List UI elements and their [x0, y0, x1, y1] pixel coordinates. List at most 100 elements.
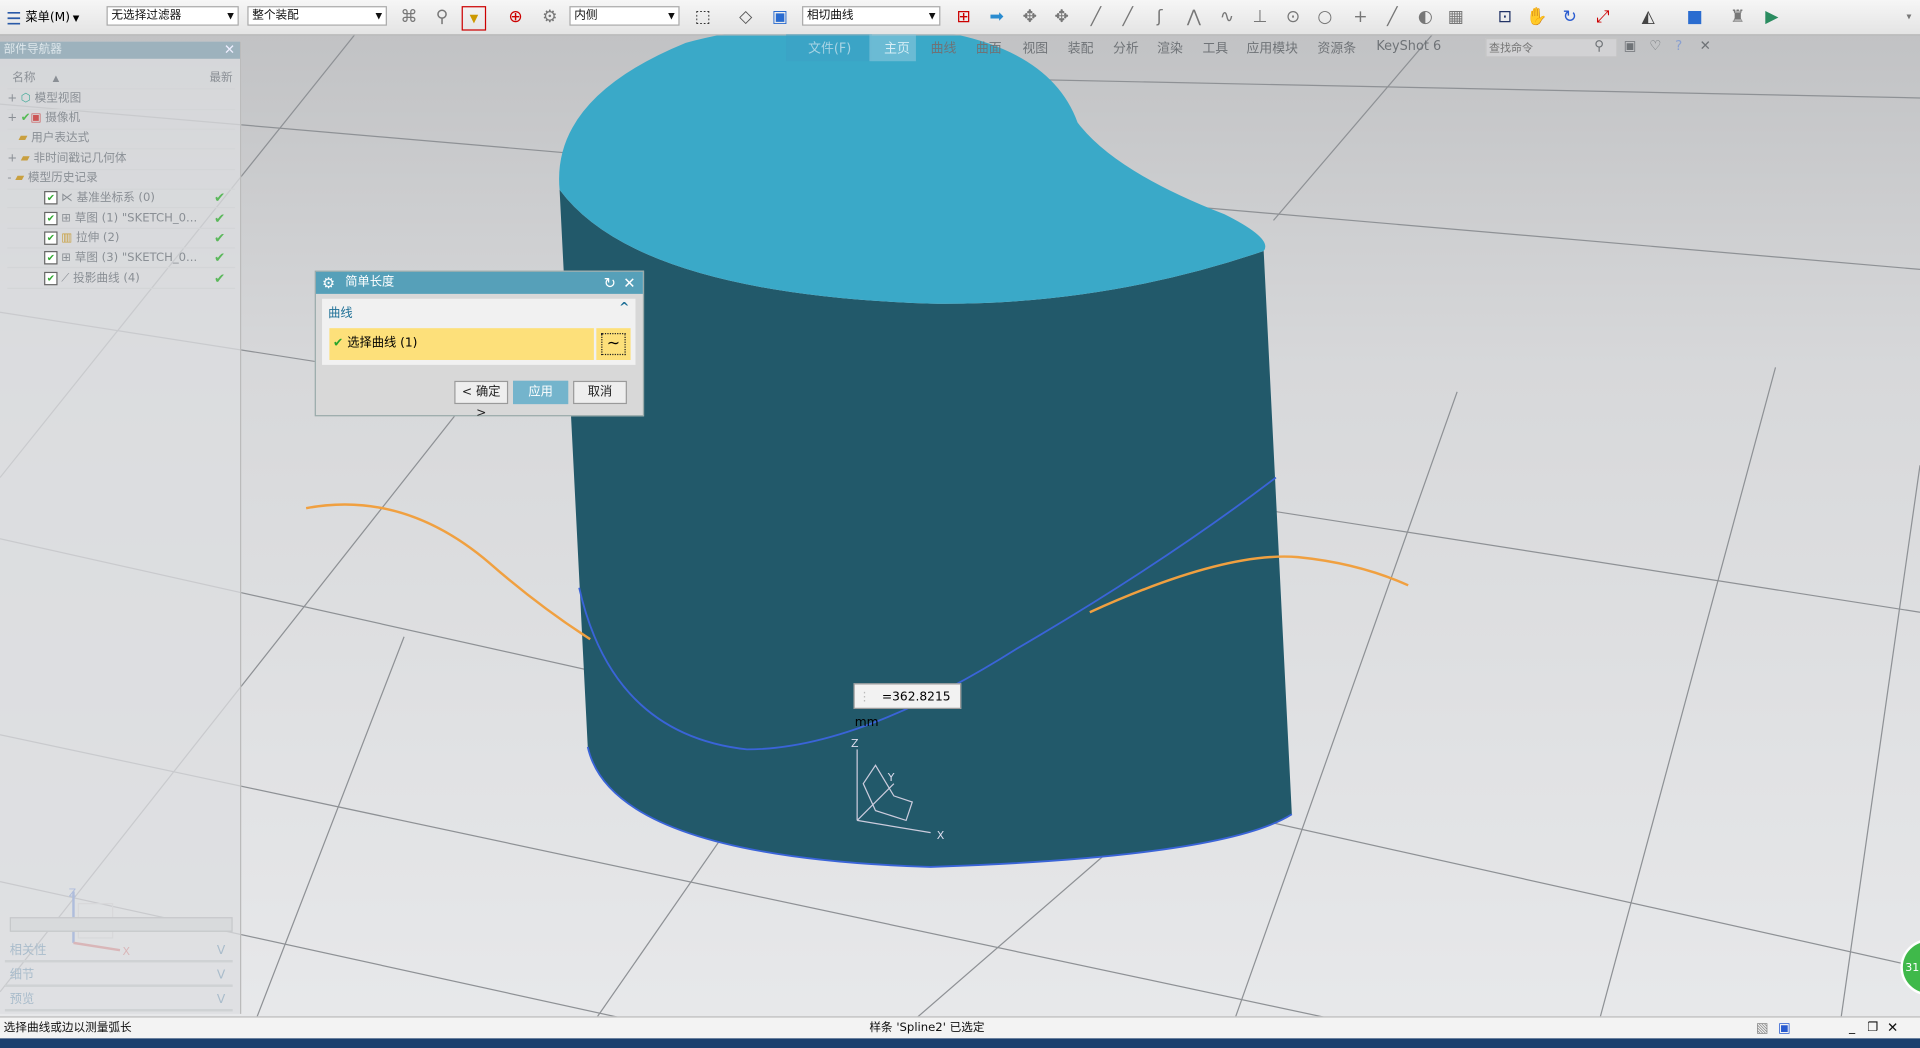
target-icon[interactable]: ⊕: [504, 6, 526, 28]
selection-scope-dropdown[interactable]: 整个装配 ▼: [247, 6, 387, 26]
fit-icon[interactable]: ⤢: [1592, 6, 1614, 28]
feature-select-icon[interactable]: ⚙: [539, 6, 561, 28]
tree-item-timeless-geometry[interactable]: + ▰ 非时间戳记几何体: [7, 149, 236, 171]
measurement-label[interactable]: ⋮ =362.8215 mm: [853, 683, 962, 730]
reset-icon[interactable]: ↻: [604, 272, 616, 294]
minimize-icon[interactable]: _: [1849, 1018, 1855, 1040]
mesh-icon[interactable]: ▦: [1445, 6, 1467, 28]
tab-surface[interactable]: 曲面: [976, 39, 1002, 57]
tree-item-sketch-3[interactable]: ✔ ⊞ 草图 (3) "SKETCH_0... ✔: [7, 249, 236, 269]
tab-analysis[interactable]: 分析: [1113, 39, 1139, 57]
play-icon[interactable]: ▶: [1761, 6, 1783, 28]
tree-item-user-expressions[interactable]: ▰ 用户表达式: [7, 129, 236, 150]
close-icon[interactable]: ✕: [1700, 38, 1711, 54]
restore-icon[interactable]: ❐: [1867, 1018, 1878, 1040]
sort-up-icon: ▲: [52, 73, 60, 84]
tab-curve[interactable]: 曲线: [931, 39, 957, 57]
tab-home[interactable]: 主页: [884, 39, 910, 57]
cancel-button[interactable]: 取消: [573, 380, 627, 405]
filter-icon[interactable]: ⚲: [431, 6, 453, 28]
curve-selector-button[interactable]: ∼: [596, 328, 631, 361]
chevron-down-icon[interactable]: ♡: [1649, 38, 1661, 54]
tree-item-datum-csys[interactable]: ✔ ⋉ 基准坐标系 (0) ✔: [7, 189, 236, 209]
circle-center-icon[interactable]: ⊙: [1282, 6, 1304, 28]
line-icon[interactable]: ╱: [1085, 6, 1107, 28]
gear-icon: ⚙: [322, 274, 336, 292]
arrow-right-icon[interactable]: ➡: [986, 6, 1008, 28]
zoom-window-icon[interactable]: ⊡: [1494, 6, 1516, 28]
checkbox[interactable]: ✔: [44, 271, 58, 286]
tab-render[interactable]: 渲染: [1157, 39, 1183, 57]
apply-button[interactable]: 应用: [513, 380, 569, 405]
tab-tools[interactable]: 工具: [1202, 39, 1228, 57]
navigator-hscrollbar[interactable]: [9, 917, 233, 932]
point-set-icon[interactable]: ✥: [1051, 6, 1073, 28]
graphics-viewport[interactable]: Z Y X Z X 31: [0, 0, 1920, 1048]
selection-icon[interactable]: ▧: [1756, 1018, 1769, 1040]
arc-icon[interactable]: ʃ: [1149, 6, 1171, 28]
tree-item-cameras[interactable]: + ✔▣ 摄像机: [7, 109, 236, 130]
render-style-icon[interactable]: ◭: [1637, 6, 1659, 28]
tree-item-sketch-1[interactable]: ✔ ⊞ 草图 (1) "SKETCH_0... ✔: [7, 209, 236, 229]
polyline-icon[interactable]: ⋀: [1183, 6, 1205, 28]
menu-button[interactable]: ☰ 菜单(M) ▼: [6, 6, 79, 30]
spline-icon[interactable]: ∿: [1216, 6, 1238, 28]
search-icon[interactable]: ⚲: [1594, 38, 1604, 54]
selection-filter-dropdown[interactable]: 无选择过滤器 ▼: [106, 6, 239, 26]
close-icon[interactable]: ✕: [623, 272, 635, 294]
eraser-icon[interactable]: ◇: [735, 6, 757, 28]
surface-icon[interactable]: ◐: [1414, 6, 1436, 28]
ribbon-display-icon[interactable]: ▣: [1624, 38, 1637, 54]
perpendicular-icon[interactable]: ⊥: [1249, 6, 1271, 28]
curve-side-dropdown[interactable]: 内侧 ▼: [569, 6, 680, 26]
checkbox[interactable]: ✔: [44, 231, 58, 245]
checkbox[interactable]: ✔: [44, 191, 58, 205]
ok-button[interactable]: < 确定 >: [454, 380, 509, 420]
close-icon[interactable]: ✕: [1887, 1018, 1898, 1040]
select-curve-row[interactable]: ✔ 选择曲线 (1): [329, 328, 594, 361]
close-icon[interactable]: ✕: [224, 42, 235, 59]
help-icon[interactable]: ?: [1675, 38, 1682, 54]
menu-icon: ☰: [6, 9, 22, 30]
section-details[interactable]: 细节 V: [4, 965, 233, 987]
view-orient-icon[interactable]: ■: [1684, 6, 1706, 28]
rectangle-select-icon[interactable]: ⬚: [692, 6, 714, 28]
circle-icon[interactable]: ○: [1314, 6, 1336, 28]
section-preview[interactable]: 预览 V: [4, 989, 233, 1012]
tree-item-model-history[interactable]: - ▰ 模型历史记录: [7, 169, 236, 190]
chevron-down-icon: V: [216, 993, 226, 1007]
toolbar-overflow-icon[interactable]: ▾: [1898, 6, 1920, 28]
rotate-icon[interactable]: ↻: [1559, 6, 1581, 28]
checkbox[interactable]: ✔: [44, 211, 58, 226]
plus-icon[interactable]: +: [1349, 6, 1371, 28]
tab-file[interactable]: 文件(F): [808, 39, 851, 57]
chevron-up-icon[interactable]: ^: [619, 301, 629, 314]
tree-item-extrude-2[interactable]: ✔ ▥ 拉伸 (2) ✔: [7, 229, 236, 249]
layout-icon[interactable]: ▣: [1778, 1018, 1791, 1040]
line2-icon[interactable]: ╱: [1117, 6, 1139, 28]
curve-rule-dropdown[interactable]: 相切曲线 ▼: [802, 6, 941, 26]
sketch-icon: ⊞: [61, 211, 71, 226]
segment-icon[interactable]: ╱: [1381, 6, 1403, 28]
tree-icon[interactable]: ⊞: [953, 6, 975, 28]
curve-group: 曲线 ^ ✔ 选择曲线 (1) ∼: [322, 298, 636, 365]
section-dependencies[interactable]: 相关性 V: [4, 940, 233, 963]
group-title[interactable]: 曲线: [328, 302, 352, 320]
select-filter-icon[interactable]: ▾: [461, 6, 487, 31]
tab-keyshot[interactable]: KeyShot 6: [1376, 39, 1441, 54]
box-icon[interactable]: ▣: [769, 6, 791, 28]
tab-assembly[interactable]: 装配: [1068, 39, 1094, 57]
point-icon[interactable]: ✥: [1019, 6, 1041, 28]
tab-view[interactable]: 视图: [1022, 39, 1048, 57]
pan-icon[interactable]: ✋: [1526, 6, 1548, 28]
csys-icon: ⋉: [61, 191, 73, 205]
joystick-icon[interactable]: ♜: [1727, 6, 1749, 28]
tree-item-model-views[interactable]: + ⬡ 模型视图: [7, 89, 236, 111]
windows-taskbar: [0, 1038, 1920, 1048]
tab-applications[interactable]: 应用模块: [1247, 39, 1298, 57]
tab-resource-bar[interactable]: 资源条: [1318, 39, 1357, 57]
tree-item-projected-curve-4[interactable]: ✔ ⟋ 投影曲线 (4) ✔: [7, 269, 236, 289]
snap-icon[interactable]: ⌘: [398, 6, 420, 28]
triad-x-label: X: [937, 829, 945, 842]
checkbox[interactable]: ✔: [44, 251, 58, 265]
